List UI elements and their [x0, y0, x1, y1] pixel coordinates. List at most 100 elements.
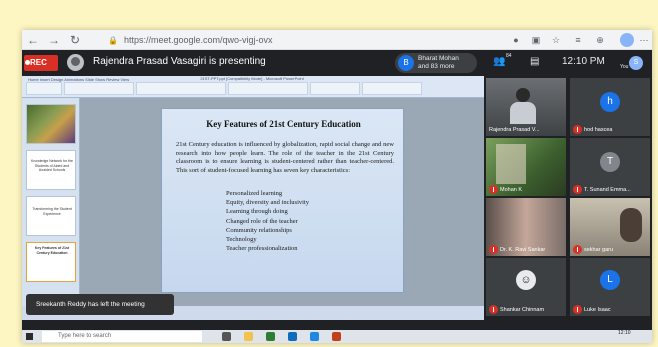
forward-icon[interactable]: → — [47, 33, 61, 47]
mic-off-icon — [573, 185, 582, 194]
mic-off-icon — [489, 185, 498, 194]
chat-icon[interactable]: ▤ — [530, 56, 539, 67]
slide-title: Key Features of 21st Century Education — [206, 119, 361, 129]
list-item: Learning through doing — [226, 208, 288, 216]
participant-avatar: B — [398, 55, 414, 71]
ppt-window-title: 21ST-PPT.ppt [Compatibility Mode] - Micr… — [200, 76, 304, 81]
clock: 12:10 — [618, 330, 631, 336]
slide-thumbnail-active[interactable]: Key Features of 21st Century Education — [26, 242, 76, 282]
powerpoint-icon[interactable] — [332, 332, 341, 341]
taskbar-search[interactable]: Type here to search — [42, 331, 202, 342]
meet-header: REC Rajendra Prasad Vasagiri is presenti… — [22, 50, 652, 76]
ribbon-group — [64, 82, 134, 95]
collections-icon[interactable]: ≡ — [572, 34, 584, 46]
star-icon[interactable]: ☆ — [550, 34, 562, 46]
mic-off-icon — [573, 125, 582, 134]
self-avatar[interactable]: S — [629, 56, 643, 70]
list-item: Personalized learning — [226, 190, 283, 197]
thumb-text: Knowledge Network for the Students of Ai… — [30, 159, 74, 172]
ribbon-group — [136, 82, 226, 95]
avatar: h — [600, 92, 620, 112]
list-item: Technology — [226, 236, 257, 244]
mic-icon[interactable]: ● — [510, 34, 522, 46]
people-count: 84 — [506, 53, 512, 59]
participant-tile[interactable]: sekhar garu — [570, 198, 650, 256]
person-video — [510, 102, 536, 124]
list-item: Community relationships — [226, 226, 292, 234]
url-text: https://meet.google.com/qwo-vigj-ovx — [123, 35, 273, 45]
slide-thumbnail[interactable] — [26, 104, 76, 144]
list-item: Equity, diversity and inclusivity — [226, 199, 309, 207]
mic-off-icon — [573, 245, 582, 254]
screen-frame: ← → ↻ 🔒 https://meet.google.com/qwo-vigj-… — [22, 30, 652, 343]
thumb-text: Key Features of 21st Century Education — [34, 246, 70, 255]
participant-name: sekhar garu — [584, 247, 614, 253]
participant-name: Bharat Mohan — [418, 55, 459, 62]
mic-off-icon — [489, 245, 498, 254]
person-video — [620, 208, 642, 242]
avatar: L — [600, 270, 620, 290]
participant-name: Rajendra Prasad V... — [489, 127, 540, 133]
menu-icon[interactable]: ⋯ — [638, 34, 650, 46]
reload-icon[interactable]: ↻ — [68, 33, 82, 47]
participant-tile[interactable]: Dr. K. Ravi Sankar — [486, 198, 566, 256]
slide-thumbnails: Knowledge Network for the Students of Ai… — [22, 98, 80, 320]
ppt-ribbon: 21ST-PPT.ppt [Compatibility Mode] - Micr… — [22, 76, 484, 98]
slide-canvas: Key Features of 21st Century Education 2… — [80, 98, 484, 306]
lock-icon: 🔒 — [108, 36, 118, 45]
participant-tile[interactable]: h hod hascea — [570, 78, 650, 136]
participant-name: hod hascea — [584, 127, 613, 133]
ribbon-group — [310, 82, 360, 95]
participant-tile[interactable]: ☺ Shankar Chinnam — [486, 258, 566, 316]
participant-name: T. Sunand Emma... — [584, 187, 631, 193]
browser-toolbar: ← → ↻ 🔒 https://meet.google.com/qwo-vigj-… — [22, 30, 652, 50]
address-bar[interactable]: 🔒 https://meet.google.com/qwo-vigj-ovx — [108, 33, 438, 47]
edge-icon[interactable] — [288, 332, 297, 341]
participant-grid: Rajendra Prasad V... h hod hascea Mohan … — [484, 76, 652, 320]
participant-tile[interactable]: T T. Sunand Emma... — [570, 138, 650, 196]
person-video — [496, 144, 526, 184]
windows-start-icon[interactable] — [26, 333, 33, 340]
participant-tile[interactable]: Mohan K — [486, 138, 566, 196]
mic-off-icon — [573, 305, 582, 314]
list-item: Teacher professionalization — [226, 245, 298, 253]
avatar: ☺ — [516, 270, 536, 290]
taskbar: Type here to search 12:10 — [22, 330, 652, 343]
camera-icon[interactable]: ▣ — [530, 34, 542, 46]
mic-off-icon — [489, 305, 498, 314]
participant-name: Mohan K — [500, 187, 523, 193]
ribbon-group — [362, 82, 422, 95]
participant-tile[interactable]: L Luke Isaac — [570, 258, 650, 316]
notification-toast: Sreekanth Reddy has left the meeting — [26, 294, 174, 315]
participant-more: and 83 more — [418, 63, 455, 70]
meeting-time: 12:10 PM — [562, 56, 605, 67]
slide-thumbnail[interactable]: Knowledge Network for the Students of Ai… — [26, 150, 76, 190]
presenter-avatar — [67, 54, 84, 71]
task-view-icon[interactable] — [222, 332, 231, 341]
participant-name: Shankar Chinnam — [500, 307, 545, 313]
participant-name: Dr. K. Ravi Sankar — [500, 247, 546, 253]
profile-icon[interactable] — [620, 33, 634, 47]
extensions-icon[interactable]: ⊕ — [594, 34, 606, 46]
participants-chip-text: Bharat Mohan and 83 more — [418, 55, 474, 71]
file-explorer-icon[interactable] — [244, 332, 253, 341]
mail-icon[interactable] — [310, 332, 319, 341]
chrome-icon[interactable] — [266, 332, 275, 341]
you-label: You — [620, 64, 629, 70]
slide: Key Features of 21st Century Education 2… — [161, 108, 404, 293]
back-icon[interactable]: ← — [26, 33, 40, 47]
person-video — [516, 88, 530, 102]
participant-tile[interactable]: Rajendra Prasad V... — [486, 78, 566, 136]
thumb-text: Transforming the Student Experience — [32, 207, 72, 216]
ribbon-group — [26, 82, 62, 95]
ribbon-group — [228, 82, 308, 95]
participant-name: Luke Isaac — [584, 307, 611, 313]
recording-badge: REC — [24, 55, 58, 71]
people-icon[interactable]: 👥 — [493, 56, 505, 67]
slide-points: Personalized learning Equity, diversity … — [226, 189, 309, 253]
slide-body: 21st Century education is influenced by … — [176, 141, 394, 175]
avatar: T — [600, 152, 620, 172]
list-item: Changed role of the teacher — [226, 217, 298, 225]
participants-chip[interactable]: B Bharat Mohan and 83 more — [395, 53, 477, 73]
slide-thumbnail[interactable]: Transforming the Student Experience — [26, 196, 76, 236]
